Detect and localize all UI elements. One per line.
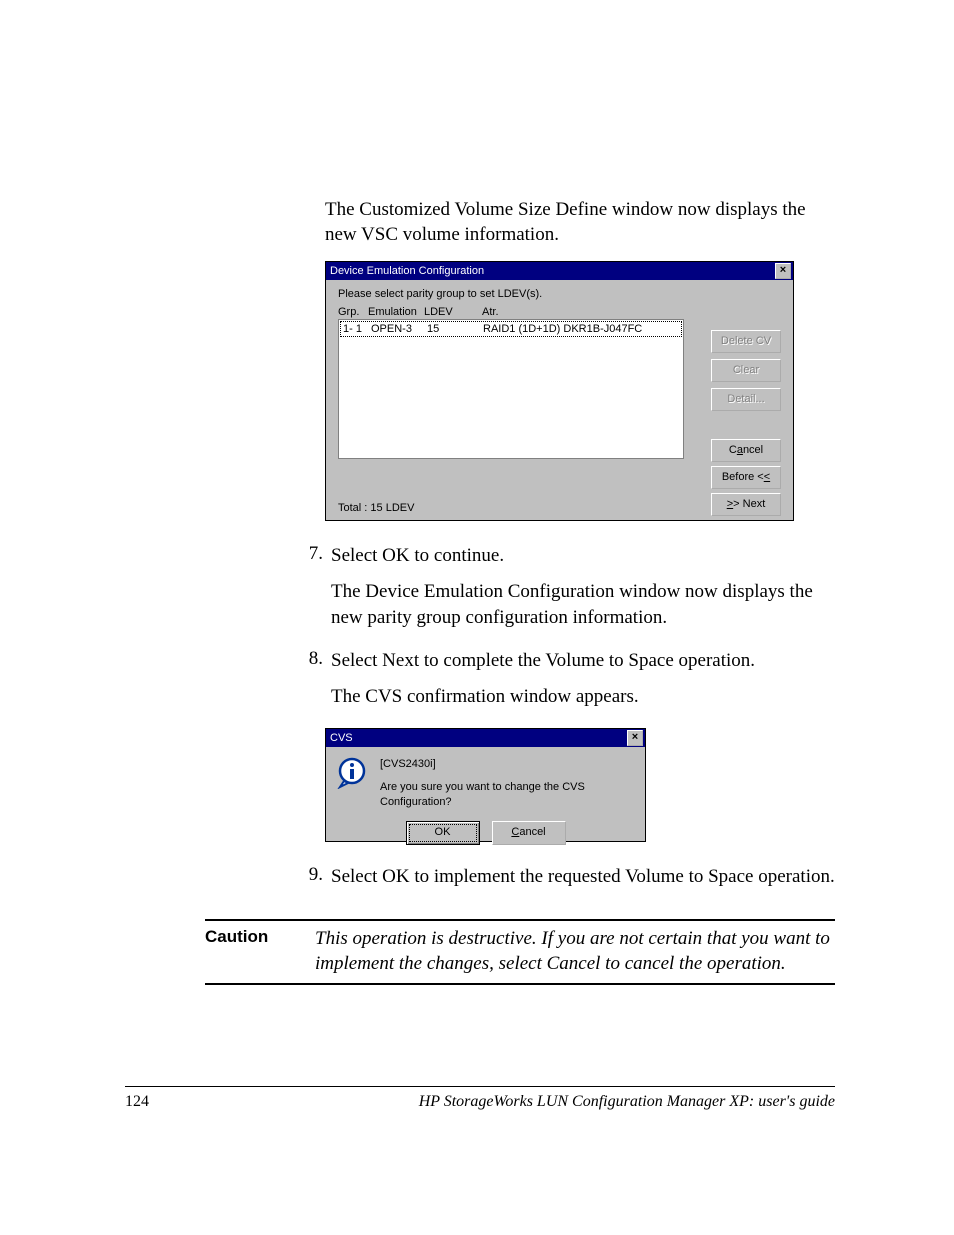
window-titlebar: CVS ×	[326, 729, 645, 747]
next-button[interactable]: >> Next	[711, 493, 781, 516]
cell-grp: 1- 1	[343, 323, 371, 335]
col-ldev: LDEV	[424, 306, 482, 318]
window-title: CVS	[330, 729, 353, 747]
caution-label: Caution	[205, 927, 315, 976]
ok-button[interactable]: OK	[406, 821, 480, 845]
step-number-7: 7.	[295, 543, 331, 640]
window-titlebar: Device Emulation Configuration ×	[326, 262, 793, 280]
instruction-text: Please select parity group to set LDEV(s…	[338, 288, 781, 300]
intro-paragraph: The Customized Volume Size Define window…	[325, 198, 835, 247]
delete-cv-button[interactable]: Delete CV	[711, 330, 781, 353]
col-grp: Grp.	[338, 306, 368, 318]
step8-text-a: Select Next to complete the Volume to Sp…	[331, 648, 835, 674]
message-code: [CVS2430i]	[380, 757, 635, 772]
step7-text-a: Select OK to continue.	[331, 543, 835, 569]
window-title: Device Emulation Configuration	[330, 262, 484, 280]
table-row[interactable]: 1- 1 OPEN-3 15 RAID1 (1D+1D) DKR1B-J047F…	[340, 321, 682, 337]
col-atr: Atr.	[482, 306, 781, 318]
step7-text-b: The Device Emulation Configuration windo…	[331, 579, 835, 630]
step8-text-b: The CVS confirmation window appears.	[331, 684, 835, 710]
step-number-9: 9.	[295, 864, 331, 900]
footer-title: HP StorageWorks LUN Configuration Manage…	[419, 1093, 835, 1111]
step9-text: Select OK to implement the requested Vol…	[331, 864, 835, 890]
cancel-button[interactable]: Cancel	[711, 439, 781, 462]
close-icon[interactable]: ×	[775, 263, 791, 279]
page-number: 124	[125, 1093, 149, 1111]
cancel-button[interactable]: Cancel	[492, 821, 566, 845]
table-header: Grp. Emulation LDEV Atr.	[338, 306, 781, 318]
message-question: Are you sure you want to change the CVS …	[380, 780, 635, 811]
info-icon	[336, 757, 368, 789]
close-icon[interactable]: ×	[627, 730, 643, 746]
parity-group-list[interactable]: 1- 1 OPEN-3 15 RAID1 (1D+1D) DKR1B-J047F…	[338, 319, 684, 459]
caution-text: This operation is destructive. If you ar…	[315, 927, 835, 976]
detail-button[interactable]: Detail...	[711, 388, 781, 411]
before-button[interactable]: Before <<	[711, 466, 781, 489]
col-emulation: Emulation	[368, 306, 424, 318]
cvs-confirmation-window: CVS × [CVS2430i] Are you sure you want t…	[325, 728, 646, 842]
caution-block: Caution This operation is destructive. I…	[205, 919, 835, 984]
device-emulation-config-window: Device Emulation Configuration × Please …	[325, 261, 794, 521]
total-label: Total : 15 LDEV	[338, 502, 414, 514]
cell-atr: RAID1 (1D+1D) DKR1B-J047FC	[483, 323, 679, 335]
cell-emu: OPEN-3	[371, 323, 427, 335]
cell-ldev: 15	[427, 323, 483, 335]
page-footer: 124 HP StorageWorks LUN Configuration Ma…	[125, 1086, 835, 1111]
clear-button[interactable]: Clear	[711, 359, 781, 382]
step-number-8: 8.	[295, 648, 331, 719]
